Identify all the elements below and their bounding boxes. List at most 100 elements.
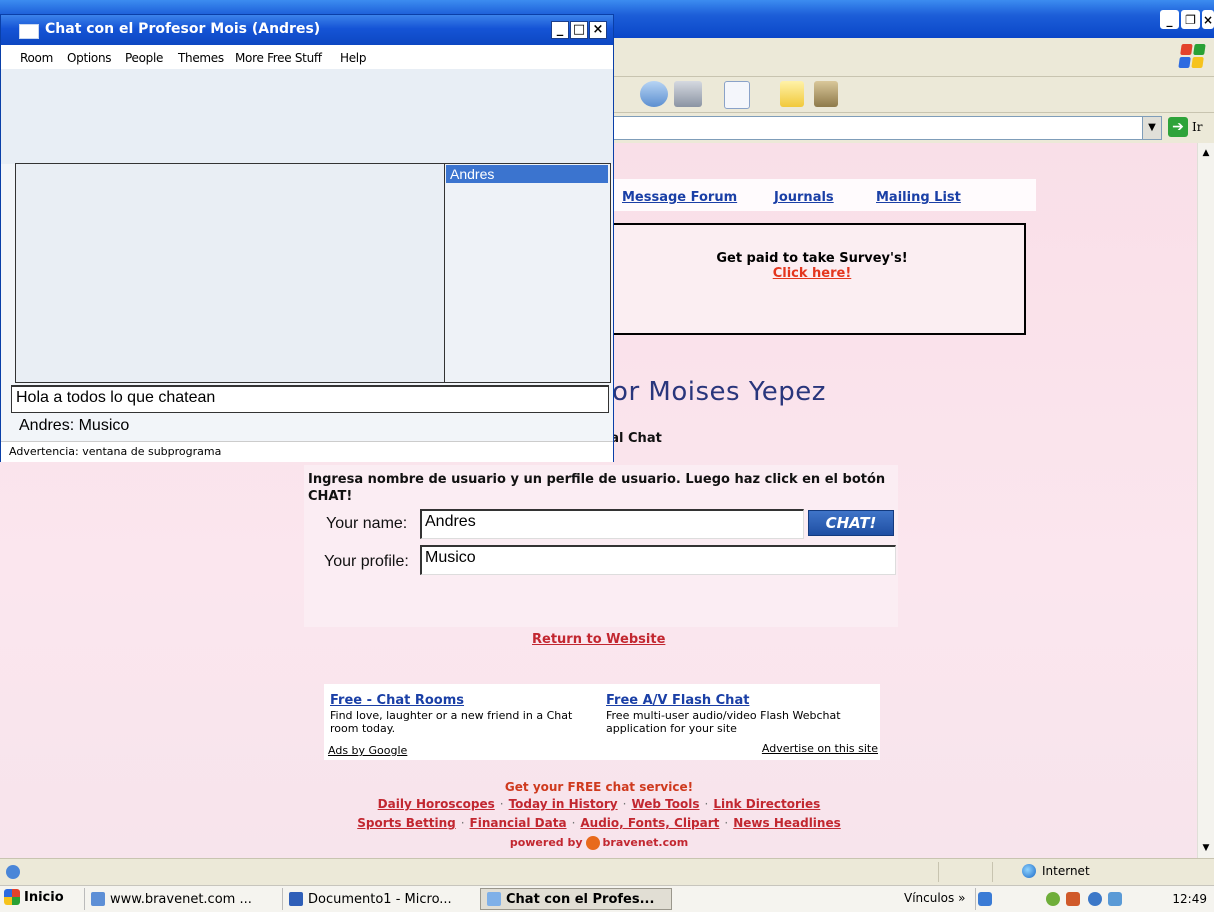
messenger-icon[interactable] [1066,892,1080,906]
user-list-item[interactable]: Andres [446,165,608,183]
chat-user-profile-line: Andres: Musico [19,417,130,434]
task-label: Documento1 - Micro... [308,891,452,907]
taskbar: Inicio www.bravenet.com ... Documento1 -… [0,885,1214,912]
menu-themes[interactable]: Themes [178,51,224,65]
security-zone: Internet [1022,864,1090,878]
name-input[interactable]: Andres [420,509,804,539]
footer-links-row2: Sports Betting · Financial Data · Audio, Fon… [357,816,841,830]
free-chat-promo[interactable]: Get your FREE chat service! [0,780,1198,794]
browser-close-button[interactable]: × [1202,10,1214,29]
powered-by[interactable]: powered by bravenet.com [0,836,1198,850]
start-button[interactable]: Inicio [4,889,64,905]
footer-link[interactable]: Financial Data [470,816,567,830]
menu-more-free-stuff[interactable]: More Free Stuff [235,51,322,65]
chat-user-list[interactable]: Andres [445,163,611,383]
site-nav: Message Forum Journals Mailing List [606,179,1036,211]
print-icon[interactable] [674,81,702,107]
browser-statusbar: Internet [0,858,1214,886]
footer-link[interactable]: News Headlines [733,816,841,830]
chat-titlebar[interactable]: Chat con el Profesor Mois (Andres) _ □ × [1,15,613,45]
folder-icon[interactable] [780,81,804,107]
chat-close-button[interactable]: × [589,21,607,39]
go-arrow-icon: ➔ [1168,117,1188,137]
task-label: Chat con el Profes... [506,891,655,907]
windows-start-icon [4,889,20,905]
ad-flash-chat-link[interactable]: Free A/V Flash Chat [606,693,749,708]
nav-journals[interactable]: Journals [774,190,834,205]
internet-globe-icon [1022,864,1036,878]
scroll-up-icon[interactable]: ▲ [1198,145,1214,161]
zone-label: Internet [1042,864,1090,878]
network-icon[interactable] [1046,892,1060,906]
footer-link[interactable]: Today in History [509,797,618,811]
clock: 12:49 [1172,892,1207,906]
volume-icon[interactable] [1108,892,1122,906]
survey-link[interactable]: Click here! [600,266,1024,281]
chat-menubar: Room Options People Themes More Free Stu… [1,45,613,69]
ad-chat-rooms-desc: Find love, laughter or a new friend in a… [330,709,573,735]
page-scrollbar[interactable]: ▲ ▼ [1197,143,1214,858]
go-label: Ir [1192,120,1203,134]
java-window-icon [19,24,39,39]
browser-minimize-button[interactable]: _ [1160,10,1179,29]
ad-chat-rooms-link[interactable]: Free - Chat Rooms [330,693,464,708]
mail-icon[interactable] [640,81,668,107]
nav-message-forum[interactable]: Message Forum [622,190,737,205]
menu-room[interactable]: Room [20,51,53,65]
language-es-icon[interactable] [978,892,992,906]
page-title: sor Moises Yepez [598,377,826,407]
chat-minimize-button[interactable]: _ [551,21,569,39]
powered-brand: bravenet.com [602,836,689,849]
chat-messages-pane[interactable] [15,163,445,383]
task-chat-window[interactable]: Chat con el Profes... [480,888,672,910]
menu-people[interactable]: People [125,51,163,65]
survey-ad: Get paid to take Survey's! Click here! [598,223,1026,335]
ad-flash-chat-desc: Free multi-user audio/video Flash Webcha… [606,709,841,735]
menu-options[interactable]: Options [67,51,112,65]
bravenet-logo-icon [585,836,600,850]
powered-prefix: powered by [509,836,583,849]
research-icon[interactable] [814,81,838,107]
nav-mailing-list[interactable]: Mailing List [876,190,961,205]
chat-window-title: Chat con el Profesor Mois (Andres) [45,21,321,37]
form-instructions: Ingresa nombre de usuario y un perfile d… [308,472,886,504]
footer-link[interactable]: Audio, Fonts, Clipart [580,816,719,830]
footer-link[interactable]: Link Directories [713,797,820,811]
task-word-document[interactable]: Documento1 - Micro... [282,888,476,910]
go-button[interactable]: ➔ Ir [1168,117,1202,137]
return-to-website-link[interactable]: Return to Website [532,632,665,647]
ads-by-google-link[interactable]: Ads by Google [328,744,407,757]
footer-links-row1: Daily Horoscopes · Today in History · Web To… [377,797,821,811]
chat-maximize-button[interactable]: □ [570,21,588,39]
system-tray: 12:49 [975,888,1214,910]
applet-warning-text: Advertencia: ventana de subprograma [9,445,222,458]
profile-input[interactable]: Musico [420,545,896,575]
footer-link[interactable]: Web Tools [631,797,699,811]
footer-link[interactable]: Sports Betting [357,816,455,830]
address-input[interactable]: ▼ [560,116,1162,140]
google-ads: Free - Chat Rooms Find love, laughter or… [324,684,880,760]
browser-restore-button[interactable]: ❐ [1181,10,1200,29]
address-dropdown-icon[interactable]: ▼ [1142,117,1161,139]
survey-text: Get paid to take Survey's! [716,251,908,266]
profile-label: Your profile: [324,553,409,570]
name-label: Your name: [326,515,408,532]
status-divider [992,862,993,882]
word-icon [289,892,303,906]
ie-page-icon [6,865,20,879]
scroll-down-icon[interactable]: ▼ [1198,840,1214,856]
task-bravenet[interactable]: www.bravenet.com ... [84,888,280,910]
chat-button[interactable]: CHAT! [808,510,894,536]
footer-link[interactable]: Daily Horoscopes [378,797,495,811]
word-edit-icon[interactable] [724,81,750,109]
status-divider [938,862,939,882]
login-form: Ingresa nombre de usuario y un perfile d… [304,465,898,627]
chat-banner-area [1,69,613,164]
start-label: Inicio [24,889,64,905]
advertise-link[interactable]: Advertise on this site [762,742,878,755]
update-icon[interactable] [1088,892,1102,906]
chat-message-input[interactable]: Hola a todos lo que chatean [11,385,609,413]
windows-logo-icon [1178,44,1206,68]
links-toolbar[interactable]: Vínculos » [904,891,965,905]
menu-help[interactable]: Help [340,51,366,65]
